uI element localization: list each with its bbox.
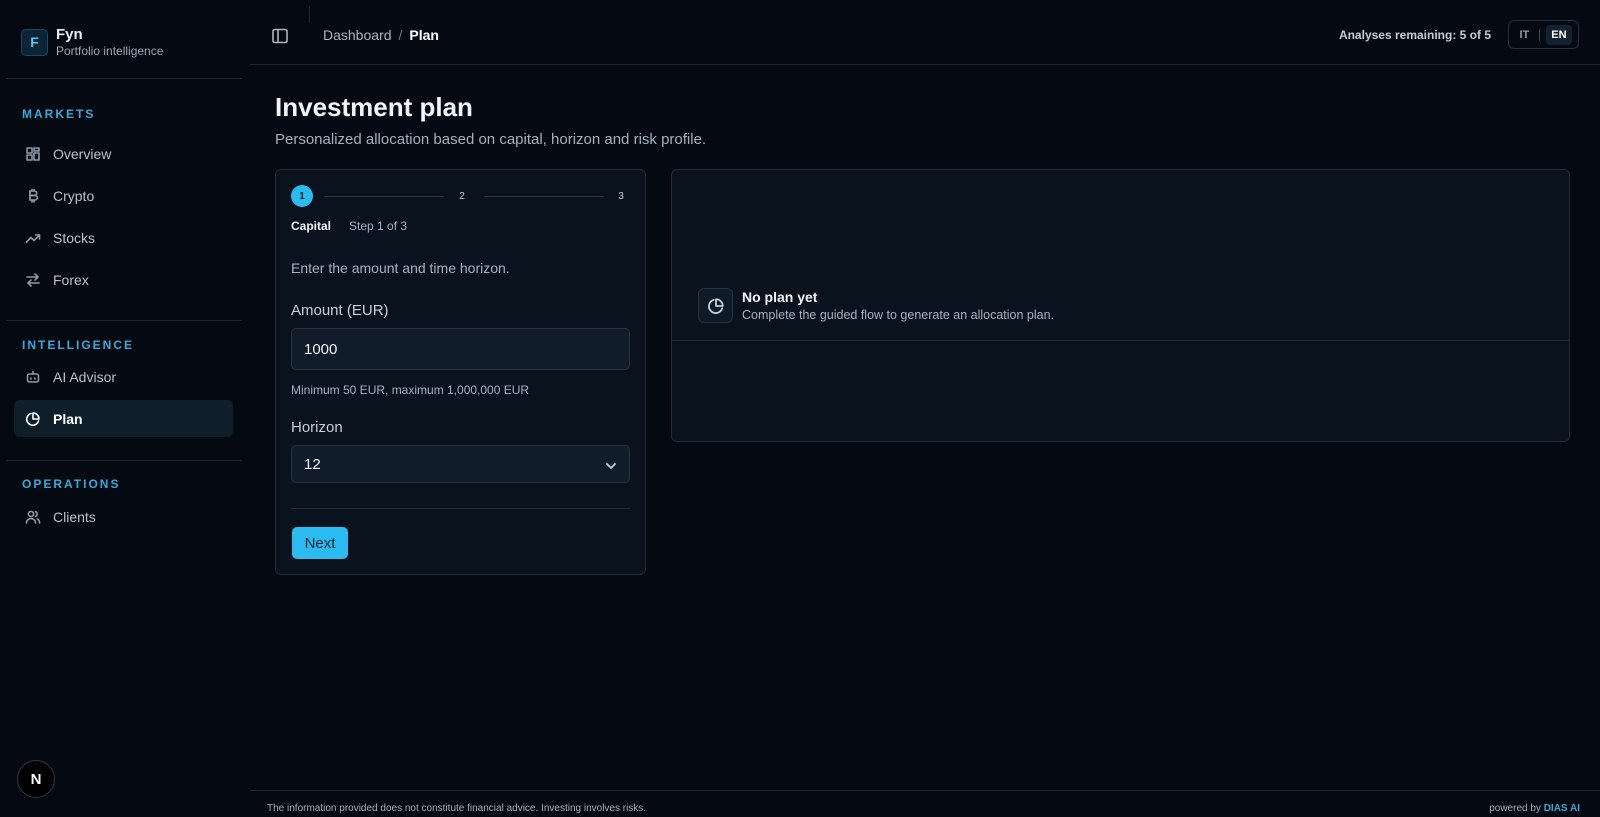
wizard-description: Enter the amount and time horizon. xyxy=(291,260,510,276)
empty-state-title: No plan yet xyxy=(742,289,818,305)
breadcrumb: Dashboard / Plan xyxy=(323,27,439,43)
arrows-exchange-icon xyxy=(25,272,41,288)
powered-brand-link[interactable]: DIAS AI xyxy=(1544,803,1580,814)
step-indicator-2[interactable]: 2 xyxy=(451,185,473,207)
wizard-divider xyxy=(291,508,630,509)
sidebar-item-label: Clients xyxy=(53,508,96,525)
footer-powered-by: powered by DIAS AI xyxy=(1489,803,1580,814)
breadcrumb-current: Plan xyxy=(409,27,439,43)
sidebar-item-label: Forex xyxy=(53,271,89,288)
page-subtitle: Personalized allocation based on capital… xyxy=(275,131,707,148)
footer: The information provided does not consti… xyxy=(250,790,1600,817)
language-switch: IT EN xyxy=(1508,20,1579,49)
sidebar-item-label: Overview xyxy=(53,145,112,162)
users-icon xyxy=(25,509,41,525)
bitcoin-icon xyxy=(25,188,41,204)
lang-en-button[interactable]: EN xyxy=(1546,24,1572,45)
section-label-intelligence: INTELLIGENCE xyxy=(22,338,135,352)
brand-logo: F xyxy=(21,28,48,56)
step-connector xyxy=(484,196,604,197)
sidebar-divider xyxy=(6,460,242,461)
horizon-value: 12 xyxy=(304,455,321,473)
pie-chart-icon xyxy=(25,411,41,427)
sidebar-toggle-icon xyxy=(272,28,288,44)
breadcrumb-dashboard[interactable]: Dashboard xyxy=(323,27,392,43)
plan-result-panel: No plan yet Complete the guided flow to … xyxy=(671,169,1570,442)
sidebar-item-label: Stocks xyxy=(53,229,96,246)
sidebar-toggle-button[interactable] xyxy=(271,27,289,45)
step-count: Step 1 of 3 xyxy=(349,219,408,233)
pie-chart-icon xyxy=(698,288,733,323)
amount-help: Minimum 50 EUR, maximum 1,000,000 EUR xyxy=(291,383,530,397)
sidebar-divider xyxy=(6,78,242,79)
step-connector xyxy=(324,196,444,197)
sidebar-item-stocks[interactable]: Stocks xyxy=(14,219,233,256)
footer-disclaimer: The information provided does not consti… xyxy=(267,803,647,814)
sidebar-item-plan[interactable]: Plan xyxy=(14,400,233,437)
sidebar-item-label: Crypto xyxy=(53,187,95,204)
amount-label: Amount (EUR) xyxy=(291,302,389,319)
next-button[interactable]: Next xyxy=(292,527,348,559)
lang-it-button[interactable]: IT xyxy=(1515,26,1533,44)
sidebar-item-crypto[interactable]: Crypto xyxy=(14,177,233,214)
trending-up-icon xyxy=(25,230,41,246)
sidebar-item-label: Plan xyxy=(53,410,83,427)
step-indicator-1[interactable]: 1 xyxy=(291,185,313,207)
step-indicator-3[interactable]: 3 xyxy=(610,185,632,207)
sidebar-item-overview[interactable]: Overview xyxy=(14,135,233,172)
sidebar-item-clients[interactable]: Clients xyxy=(14,498,233,535)
analyses-remaining: Analyses remaining: 5 of 5 xyxy=(1338,28,1491,42)
section-label-operations: OPERATIONS xyxy=(22,477,121,491)
result-divider xyxy=(672,340,1569,341)
lang-separator xyxy=(1539,28,1541,41)
page-title: Investment plan xyxy=(275,92,473,122)
section-label-markets: MARKETS xyxy=(22,107,96,121)
brand-subtitle: Portfolio intelligence xyxy=(56,44,164,58)
chevron-down-icon xyxy=(604,459,618,473)
avatar[interactable]: N xyxy=(17,760,55,798)
amount-input[interactable]: 1000 xyxy=(291,328,630,370)
horizon-label: Horizon xyxy=(291,419,343,436)
powered-prefix: powered by xyxy=(1489,803,1541,814)
sidebar-item-label: AI Advisor xyxy=(53,368,117,385)
step-name: Capital xyxy=(291,219,332,233)
brand-name: Fyn xyxy=(56,26,83,43)
empty-state-subtitle: Complete the guided flow to generate an … xyxy=(742,308,1055,322)
sidebar: F Fyn Portfolio intelligence MARKETS Ove… xyxy=(0,0,250,817)
sidebar-divider xyxy=(6,320,242,321)
app-root: F Fyn Portfolio intelligence MARKETS Ove… xyxy=(0,0,1600,817)
bot-icon xyxy=(25,369,41,385)
plan-wizard: 1 2 3 Capital Step 1 of 3 Enter the amou… xyxy=(275,169,646,575)
brand[interactable]: F Fyn Portfolio intelligence xyxy=(21,27,163,57)
sidebar-item-ai-advisor[interactable]: AI Advisor xyxy=(14,358,233,395)
breadcrumb-separator: / xyxy=(398,27,403,43)
sidebar-item-forex[interactable]: Forex xyxy=(14,261,233,298)
grid-icon xyxy=(25,146,41,162)
horizon-select[interactable]: 12 xyxy=(291,445,630,483)
